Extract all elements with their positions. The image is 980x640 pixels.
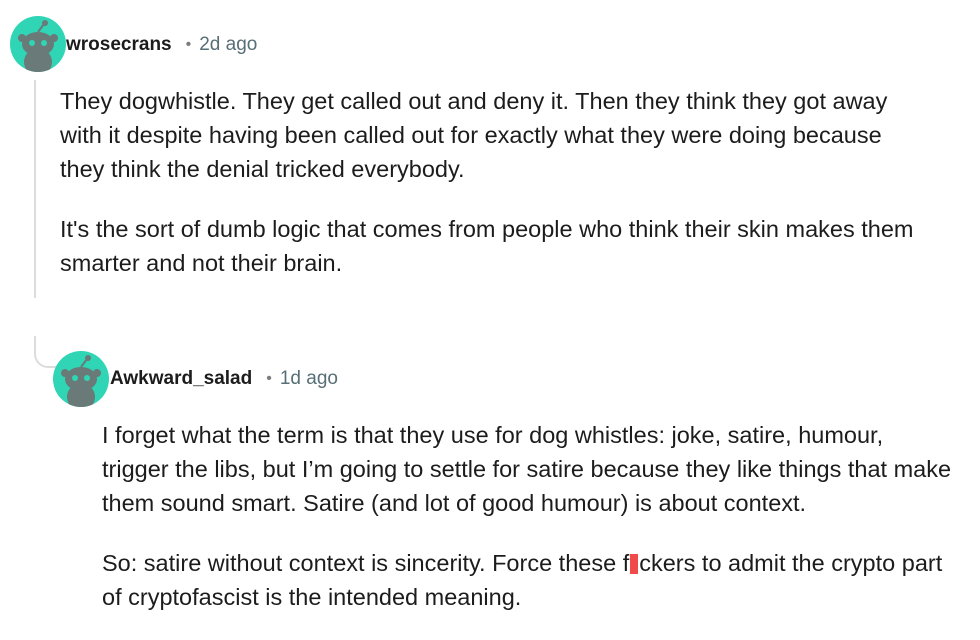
comment-body: I forget what the term is that they use … xyxy=(102,418,952,640)
meta-separator: • xyxy=(185,36,192,53)
comment-paragraph: I forget what the term is that they use … xyxy=(102,422,952,516)
comment-paragraph: So: satire without context is sincerity.… xyxy=(102,546,952,614)
paragraph-text-before: So: satire without context is sincerity.… xyxy=(102,550,630,576)
comment-paragraph: It's the sort of dumb logic that comes f… xyxy=(60,216,914,276)
comment-paragraph: They dogwhistle. They get called out and… xyxy=(60,88,888,182)
meta-separator: • xyxy=(266,370,272,387)
comment-meta: Awkward_salad • 1d ago xyxy=(110,368,338,390)
comment-meta: wrosecrans • 2d ago xyxy=(66,34,257,56)
snoo-avatar-icon[interactable] xyxy=(10,16,66,72)
timestamp[interactable]: 1d ago xyxy=(280,368,338,390)
snoo-avatar-icon[interactable] xyxy=(53,351,109,407)
thread-line[interactable] xyxy=(34,80,36,298)
username[interactable]: Awkward_salad xyxy=(110,368,252,390)
username[interactable]: wrosecrans xyxy=(66,34,172,56)
comment-body: They dogwhistle. They get called out and… xyxy=(60,84,930,306)
timestamp[interactable]: 2d ago xyxy=(199,34,257,56)
censor-mark xyxy=(630,554,639,574)
